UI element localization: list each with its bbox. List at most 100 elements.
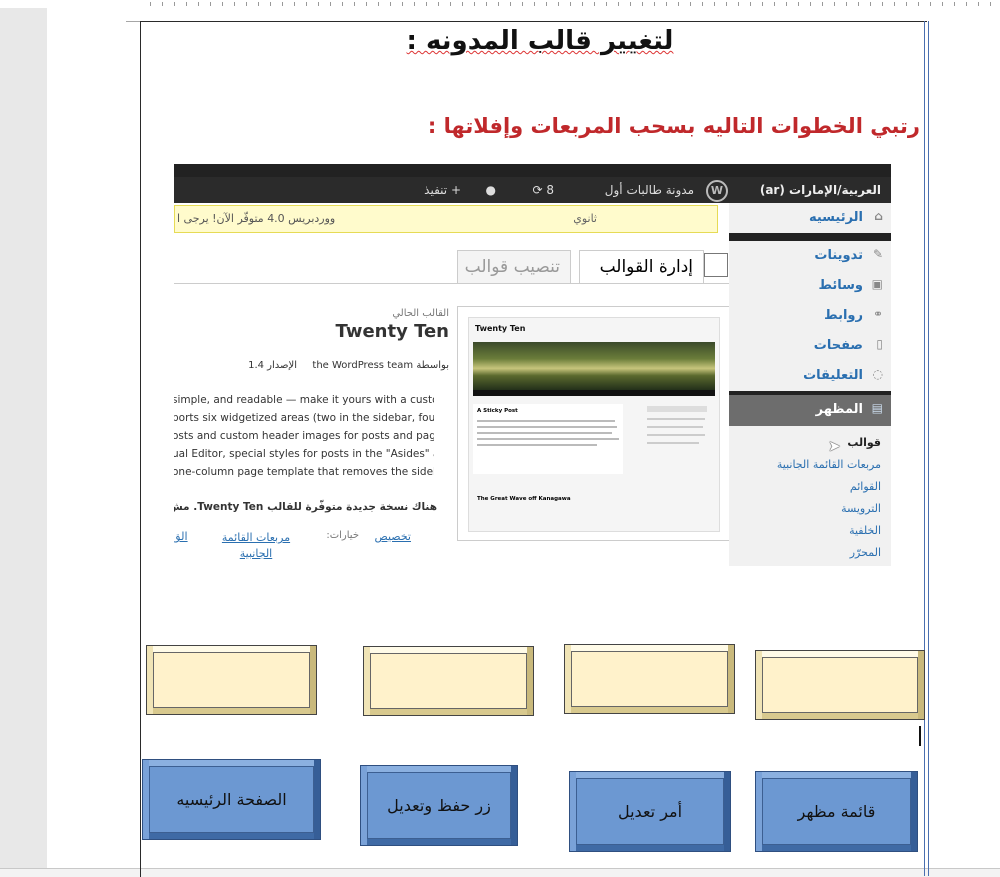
ruler-tick <box>222 2 223 6</box>
page-icon: ▯ <box>876 337 883 351</box>
ruler-tick <box>726 2 727 6</box>
preview-line <box>647 406 707 412</box>
preview-line <box>477 444 597 446</box>
box-bevel <box>143 833 320 839</box>
home-icon: ⌂ <box>874 209 883 223</box>
ruler-tick <box>174 2 175 6</box>
ruler-tick <box>534 2 535 6</box>
blog-name: مدونة طالبات أول <box>604 183 694 197</box>
ruler-tick <box>954 2 955 6</box>
ruler-tick <box>318 2 319 6</box>
drop-box-inner <box>571 651 728 707</box>
step-box-appearance-menu[interactable]: قائمة مظهر <box>755 771 918 852</box>
preview-line <box>477 426 617 428</box>
ruler-tick <box>582 2 583 6</box>
tab-install-label: تنصيب قوالب <box>464 257 560 277</box>
ruler-tick <box>150 2 151 6</box>
theme-name: Twenty Ten <box>335 321 449 342</box>
ruler-tick <box>618 2 619 6</box>
theme-description-line: ual Editor, special styles for posts in … <box>174 448 434 460</box>
step-box-edit-command[interactable]: أمر تعديل <box>569 771 731 852</box>
box-bevel <box>527 647 533 715</box>
step-box-label: زر حفظ وتعديل <box>367 772 511 839</box>
wordpress-screenshot: العربية/الإمارات (ar) W مدونة طالبات أول… <box>174 164 891 566</box>
drop-box-inner <box>762 657 918 713</box>
updates-number: 8 <box>546 183 554 197</box>
sidebar-item-label: روابط <box>824 308 863 323</box>
options-label: خيارات: <box>326 530 359 541</box>
ruler-tick <box>546 2 547 6</box>
step-box-homepage[interactable]: الصفحة الرئيسيه <box>142 759 321 840</box>
active-menu-arrow <box>741 403 753 425</box>
updates-count: 8 ⟳ <box>532 183 554 197</box>
box-bevel <box>728 645 734 713</box>
step-box-save-button[interactable]: زر حفظ وتعديل <box>360 765 518 846</box>
sidebar-item-media: ▣ وسائط <box>729 271 891 301</box>
preview-site-title: Twenty Ten <box>475 324 526 333</box>
preview-sidebar <box>647 406 711 480</box>
ruler-tick <box>738 2 739 6</box>
theme-description-line: one-column page template that removes th… <box>174 466 434 478</box>
submenu-menus: القوائم <box>849 480 881 493</box>
ruler-tick <box>858 2 859 6</box>
ruler-tick <box>234 2 235 6</box>
drop-box-4[interactable] <box>755 650 925 720</box>
ruler-tick <box>342 2 343 6</box>
preview-line <box>477 432 612 434</box>
sidebar-item-dashboard: ⌂ الرئيسيه <box>729 203 891 233</box>
comment-bubble-icon: ● <box>485 183 496 197</box>
ruler-tick <box>690 2 691 6</box>
drop-box-inner <box>370 653 527 709</box>
ruler-tick <box>366 2 367 6</box>
ruler-tick <box>306 2 307 6</box>
page-title: لتغيير قالب المدونه : <box>360 26 720 56</box>
submenu-background: الخلفية <box>849 524 881 537</box>
admin-bar: العربية/الإمارات (ar) W مدونة طالبات أول… <box>174 177 891 203</box>
submenu-themes: قوالب <box>847 436 881 449</box>
theme-description-line: ports six widgetized areas (two in the s… <box>174 412 434 424</box>
ruler-tick <box>402 2 403 6</box>
preview-great-wave-title: The Great Wave off Kanagawa <box>477 496 571 502</box>
preview-line <box>647 426 703 428</box>
ruler-tick <box>390 2 391 6</box>
crop-mark <box>126 21 140 22</box>
ruler-tick <box>426 2 427 6</box>
ruler-tick <box>654 2 655 6</box>
ruler-tick <box>258 2 259 6</box>
admin-bar-top <box>174 164 891 177</box>
ruler-tick <box>486 2 487 6</box>
ruler-tick <box>882 2 883 6</box>
sidebar-item-label: صفحات <box>813 338 863 353</box>
language-label: العربية/الإمارات (ar) <box>759 183 881 197</box>
drop-box-2[interactable] <box>363 646 534 716</box>
submenu-editor: المحرّر <box>849 546 881 559</box>
ruler-tick <box>774 2 775 6</box>
ruler-tick <box>918 2 919 6</box>
drop-box-1[interactable] <box>146 645 317 715</box>
new-item: + تنفيذ <box>424 183 461 197</box>
ruler-tick <box>786 2 787 6</box>
ruler-tick <box>894 2 895 6</box>
box-bevel <box>310 646 316 714</box>
drop-box-3[interactable] <box>564 644 735 714</box>
box-bevel <box>314 760 320 839</box>
box-bevel <box>364 709 533 715</box>
ruler-tick <box>930 2 931 6</box>
step-box-label: قائمة مظهر <box>762 778 911 845</box>
ruler-tick <box>270 2 271 6</box>
theme-version: الإصدار 1.4 <box>248 360 297 371</box>
tab-manage-themes: إدارة القوالب <box>579 250 704 284</box>
sidebar-item-comments: ◌ التعليقات <box>729 361 891 391</box>
sidebar-item-appearance: ▤ المظهر <box>729 395 891 427</box>
box-bevel <box>147 708 316 714</box>
preview-line <box>647 418 705 420</box>
box-bevel <box>756 845 917 851</box>
ruler-tick <box>594 2 595 6</box>
appearance-submenu: قوالب مربعات القائمة الجانبية القوائم ال… <box>729 426 891 566</box>
ruler-tick <box>330 2 331 6</box>
box-bevel <box>361 839 517 845</box>
sidebar-item-posts: ✎ تدوينات <box>729 241 891 271</box>
box-bevel <box>570 845 730 851</box>
ruler-tick <box>294 2 295 6</box>
box-bevel <box>918 651 924 719</box>
